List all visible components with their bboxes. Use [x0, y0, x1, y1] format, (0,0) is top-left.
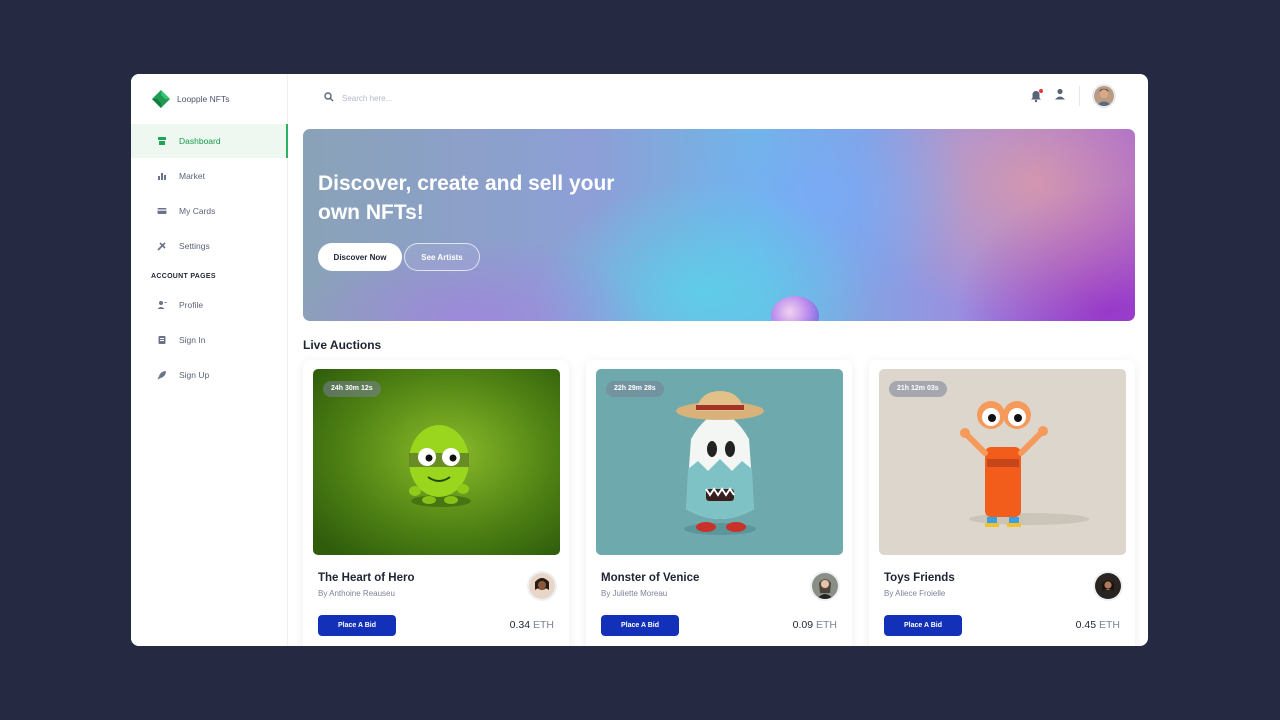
search-input[interactable]	[342, 93, 542, 103]
sidebar-item-my-cards[interactable]: My Cards	[131, 194, 288, 228]
nft-price: 0.09 ETH	[793, 619, 837, 631]
sidebar-item-label: My Cards	[179, 206, 216, 216]
auction-card[interactable]: 24h 30m 12s The Heart of Hero By Anthoin…	[303, 360, 569, 646]
nft-author: By Anthoine Reauseu	[318, 589, 395, 598]
discover-now-button[interactable]: Discover Now	[318, 243, 402, 271]
sidebar: Loopple NFTs Dashboard Market My Cards S…	[131, 74, 288, 646]
auction-timer: 22h 29m 28s	[606, 381, 664, 397]
nft-author: By Aliece Froielle	[884, 589, 946, 598]
top-bar	[288, 74, 1148, 118]
nft-title: Monster of Venice	[601, 572, 700, 584]
sidebar-item-settings[interactable]: Settings	[131, 229, 288, 263]
nft-image[interactable]: 22h 29m 28s	[596, 369, 843, 555]
nft-price: 0.34 ETH	[510, 619, 554, 631]
store-icon	[157, 136, 167, 146]
sidebar-item-dashboard[interactable]: Dashboard	[131, 124, 288, 158]
sidebar-item-label: Sign Up	[179, 370, 210, 380]
auction-timer: 24h 30m 12s	[323, 381, 381, 397]
nft-image[interactable]: 21h 12m 03s	[879, 369, 1126, 555]
place-bid-button[interactable]: Place A Bid	[884, 615, 962, 636]
sidebar-item-label: Market	[179, 171, 205, 181]
sidebar-item-sign-in[interactable]: Sign In	[131, 323, 288, 357]
sidebar-item-profile[interactable]: Profile	[131, 288, 288, 322]
search-icon	[324, 89, 334, 107]
sidebar-item-label: Dashboard	[179, 136, 221, 146]
hero-banner: Discover, create and sell your own NFTs!…	[303, 129, 1135, 321]
nft-price: 0.45 ETH	[1076, 619, 1120, 631]
bell-icon[interactable]	[1029, 89, 1043, 103]
auction-card[interactable]: 22h 29m 28s Monster of Venice By Juliett…	[586, 360, 852, 646]
price-value: 0.09	[792, 619, 814, 631]
place-bid-button[interactable]: Place A Bid	[318, 615, 396, 636]
price-currency: ETH	[533, 619, 554, 631]
app-window: Loopple NFTs Dashboard Market My Cards S…	[131, 74, 1148, 646]
author-avatar[interactable]	[1093, 571, 1123, 601]
sidebar-item-label: Sign In	[179, 335, 206, 345]
hero-title: Discover, create and sell your own NFTs!	[318, 172, 615, 224]
see-artists-button[interactable]: See Artists	[404, 243, 480, 271]
sidebar-item-label: Profile	[179, 300, 204, 310]
credit-card-icon	[157, 206, 167, 216]
user-icon	[157, 300, 167, 310]
user-avatar[interactable]	[1092, 84, 1116, 108]
decorative-blob	[771, 296, 819, 321]
sidebar-item-label: Settings	[179, 241, 210, 251]
live-auctions-heading: Live Auctions	[303, 338, 382, 352]
nft-author: By Juliette Moreau	[601, 589, 668, 598]
price-currency: ETH	[1099, 619, 1120, 631]
notification-dot	[1039, 89, 1043, 93]
top-icons	[1029, 84, 1116, 108]
rocket-icon	[157, 370, 167, 380]
auction-timer: 21h 12m 03s	[889, 381, 947, 397]
nft-image[interactable]: 24h 30m 12s	[313, 369, 560, 555]
sidebar-item-market[interactable]: Market	[131, 159, 288, 193]
brand-name: Loopple NFTs	[177, 94, 230, 104]
author-avatar[interactable]	[527, 571, 557, 601]
author-avatar[interactable]	[810, 571, 840, 601]
auction-card[interactable]: 21h 12m 03s Toys Friends By Aliece Froie…	[869, 360, 1135, 646]
document-icon	[157, 335, 167, 345]
price-value: 0.45	[1075, 619, 1097, 631]
nft-title: Toys Friends	[884, 572, 955, 584]
brand[interactable]: Loopple NFTs	[151, 89, 229, 109]
sidebar-item-sign-up[interactable]: Sign Up	[131, 358, 288, 392]
user-icon[interactable]	[1053, 87, 1067, 106]
place-bid-button[interactable]: Place A Bid	[601, 615, 679, 636]
divider	[1079, 86, 1080, 106]
nft-title: The Heart of Hero	[318, 572, 415, 584]
price-currency: ETH	[816, 619, 837, 631]
account-pages-heading: ACCOUNT PAGES	[151, 273, 216, 280]
brand-logo-icon	[151, 89, 171, 109]
main-content: Discover, create and sell your own NFTs!…	[288, 74, 1148, 646]
price-value: 0.34	[509, 619, 531, 631]
chart-bar-icon	[157, 171, 167, 181]
tools-icon	[157, 241, 167, 251]
search-bar[interactable]	[324, 89, 542, 107]
